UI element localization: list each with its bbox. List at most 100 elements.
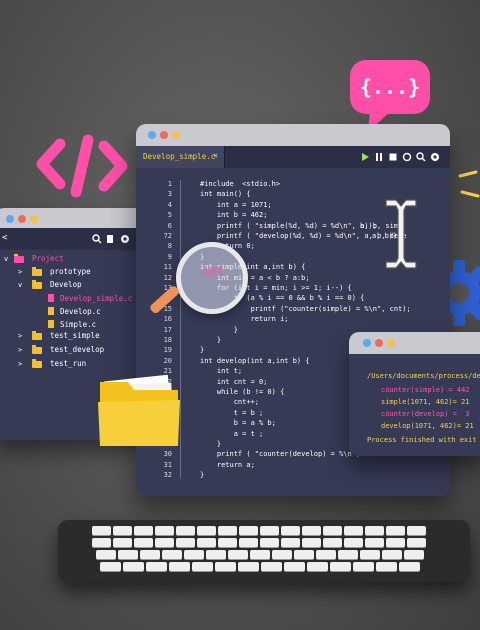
copy-icon[interactable] [106,234,116,244]
keyboard-key[interactable] [228,550,248,559]
keyboard-key[interactable] [197,538,216,547]
keyboard-key[interactable] [338,550,358,559]
keyboard-key[interactable] [92,538,111,547]
keyboard-key[interactable] [344,526,363,535]
keyboard-key[interactable] [323,538,342,547]
keyboard-key[interactable] [96,550,116,559]
tab-develop-simple[interactable]: Develop_simple.c × [136,146,225,168]
keyboard-key[interactable] [155,538,174,547]
keyboard-key[interactable] [134,526,153,535]
chevron-right-icon[interactable]: > [18,346,22,354]
window-dot-blue[interactable] [6,215,14,223]
keyboard-key[interactable] [365,526,384,535]
window-dot-red[interactable] [375,339,383,347]
tree-item-test-develop[interactable]: test_develop [50,345,104,354]
terminal-output-line: develop(1071, 462)= 21 [381,422,474,430]
keyboard-key[interactable] [238,562,259,571]
keyboard-key[interactable] [155,526,174,535]
window-dot-red[interactable] [160,131,168,139]
tree-item-prototype[interactable]: prototype [50,267,91,276]
chevron-right-icon[interactable]: > [18,360,22,368]
chevron-down-icon[interactable]: v [4,255,8,263]
keyboard-key[interactable] [184,550,204,559]
keyboard-key[interactable] [197,526,216,535]
keyboard-key[interactable] [176,526,195,535]
keyboard-key[interactable] [176,538,195,547]
keyboard-key[interactable] [404,550,424,559]
keyboard-key[interactable] [294,550,314,559]
stop-icon[interactable] [388,152,398,162]
search-icon[interactable] [416,152,426,162]
keyboard-key[interactable] [316,550,336,559]
keyboard-key[interactable] [140,550,160,559]
keyboard-key[interactable] [302,538,321,547]
tree-item-develop-simple[interactable]: Develop_simple.c [60,294,132,303]
keyboard-key[interactable] [100,562,121,571]
tree-item-develop-c[interactable]: Develop.c [60,307,101,316]
keyboard-key[interactable] [407,538,426,547]
keyboard-key[interactable] [281,538,300,547]
keyboard-key[interactable] [386,538,405,547]
keyboard-key[interactable] [260,538,279,547]
tree-item-test-run[interactable]: test_run [50,359,86,368]
keyboard-key[interactable] [92,526,111,535]
keyboard-key[interactable] [407,526,426,535]
tree-item-project[interactable]: Project [32,254,64,263]
keyboard-key[interactable] [118,550,138,559]
keyboard-key[interactable] [192,562,213,571]
tab-close-button[interactable]: × [213,151,218,160]
keyboard-key[interactable] [169,562,190,571]
keyboard-key[interactable] [113,526,132,535]
window-dot-yellow[interactable] [172,131,180,139]
keyboard-key[interactable] [261,562,282,571]
gear-icon[interactable] [430,152,440,162]
keyboard-key[interactable] [323,526,342,535]
keyboard-key[interactable] [239,538,258,547]
keyboard-key[interactable] [307,562,328,571]
keyboard-key[interactable] [239,526,258,535]
chevron-down-icon[interactable]: v [18,281,22,289]
keyboard-key[interactable] [206,550,226,559]
keyboard-key[interactable] [134,538,153,547]
keyboard-key[interactable] [218,526,237,535]
play-icon[interactable] [360,152,370,162]
keyboard-key[interactable] [250,550,270,559]
keyboard-key[interactable] [344,538,363,547]
keyboard-key[interactable] [218,538,237,547]
keyboard-key[interactable] [386,526,405,535]
keyboard-key[interactable] [382,550,402,559]
keyboard-key[interactable] [281,526,300,535]
refresh-icon[interactable] [402,152,412,162]
tree-item-simple-c[interactable]: Simple.c [60,320,96,329]
chevron-right-icon[interactable]: > [18,268,22,276]
search-icon[interactable] [92,234,102,244]
keyboard-key[interactable] [360,550,380,559]
keyboard-key[interactable] [272,550,292,559]
tree-item-develop[interactable]: Develop [50,280,82,289]
keyboard-key[interactable] [260,526,279,535]
keyboard-key[interactable] [399,562,420,571]
keyboard-key[interactable] [123,562,144,571]
keyboard-key[interactable] [113,538,132,547]
chevron-right-icon[interactable]: > [18,332,22,340]
keyboard-key[interactable] [376,562,397,571]
tree-item-test-simple[interactable]: test_simple [50,331,100,340]
keyboard-key[interactable] [215,562,236,571]
window-dot-blue[interactable] [363,339,371,347]
keyboard-key[interactable] [353,562,374,571]
back-button[interactable]: < [2,233,7,243]
keyboard-key[interactable] [146,562,167,571]
window-dot-blue[interactable] [148,131,156,139]
chat-bubble-icon: {...} [350,60,430,132]
pause-icon[interactable] [374,152,384,162]
keyboard-key[interactable] [302,526,321,535]
gear-icon[interactable] [120,234,130,244]
keyboard-key[interactable] [284,562,305,571]
code-line: } [200,336,222,344]
window-dot-red[interactable] [18,215,26,223]
window-dot-yellow[interactable] [387,339,395,347]
keyboard-key[interactable] [365,538,384,547]
keyboard-key[interactable] [330,562,351,571]
window-dot-yellow[interactable] [30,215,38,223]
keyboard-key[interactable] [162,550,182,559]
